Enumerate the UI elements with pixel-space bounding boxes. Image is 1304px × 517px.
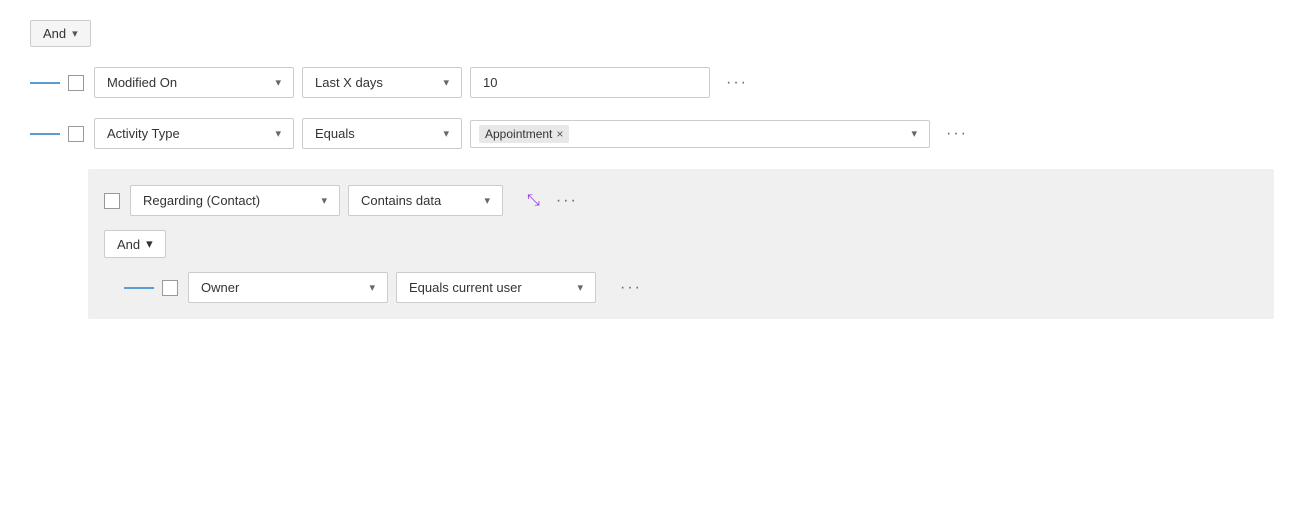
inner-line (124, 287, 154, 289)
inner-operator-label: Equals current user (409, 280, 522, 295)
top-and-chevron: ▾ (72, 27, 78, 40)
top-and-label: And (43, 26, 66, 41)
row1-operator-select[interactable]: Last X days ▾ (302, 67, 462, 98)
row2-field-chevron: ▾ (275, 127, 281, 140)
inner-checkbox[interactable] (162, 280, 178, 296)
row1-operator-chevron: ▾ (443, 76, 449, 89)
row2-checkbox[interactable] (68, 126, 84, 142)
subgroup-field-label: Regarding (Contact) (143, 193, 260, 208)
row1-value-input[interactable] (470, 67, 710, 98)
filter-row-1: Modified On ▾ Last X days ▾ ··· (30, 67, 1274, 98)
sub-and-label: And (117, 237, 140, 252)
row1-checkbox[interactable] (68, 75, 84, 91)
filter-row-2: Activity Type ▾ Equals ▾ Appointment × ▾… (30, 118, 1274, 149)
subgroup-field-chevron: ▾ (321, 194, 327, 207)
sub-and-chevron: ▾ (146, 236, 153, 252)
page-container: And ▾ Modified On ▾ Last X days ▾ ··· Ac… (0, 0, 1304, 349)
row1-operator-label: Last X days (315, 75, 383, 90)
inner-more-button[interactable]: ··· (614, 275, 648, 301)
inner-connector (124, 287, 154, 289)
row1-field-select[interactable]: Modified On ▾ (94, 67, 294, 98)
subgroup-checkbox[interactable] (104, 193, 120, 209)
row2-field-label: Activity Type (107, 126, 180, 141)
row2-connector (30, 133, 60, 135)
inner-operator-select[interactable]: Equals current user ▾ (396, 272, 596, 303)
row2-tag-value: Appointment (485, 127, 552, 141)
subgroup-operator-select[interactable]: Contains data ▾ (348, 185, 503, 216)
row1-field-chevron: ▾ (275, 76, 281, 89)
sub-and-button[interactable]: And ▾ (104, 230, 166, 258)
row2-line (30, 133, 60, 135)
inner-operator-chevron: ▾ (577, 281, 583, 294)
row2-operator-label: Equals (315, 126, 355, 141)
row2-field-select[interactable]: Activity Type ▾ (94, 118, 294, 149)
sub-group-header-row: Regarding (Contact) ▾ Contains data ▾ ⤡ … (104, 185, 1258, 216)
row2-tag-close[interactable]: × (556, 127, 563, 141)
subgroup-operator-chevron: ▾ (484, 194, 490, 207)
row2-tag-inner: Appointment × (479, 125, 907, 143)
subgroup-operator-label: Contains data (361, 193, 441, 208)
row2-more-button[interactable]: ··· (940, 121, 974, 147)
subgroup-more-button[interactable]: ··· (550, 188, 584, 214)
inner-field-chevron: ▾ (369, 281, 375, 294)
row1-line (30, 82, 60, 84)
inner-field-select[interactable]: Owner ▾ (188, 272, 388, 303)
top-and-button[interactable]: And ▾ (30, 20, 91, 47)
sub-group: Regarding (Contact) ▾ Contains data ▾ ⤡ … (88, 169, 1274, 319)
inner-field-label: Owner (201, 280, 239, 295)
row2-operator-select[interactable]: Equals ▾ (302, 118, 462, 149)
row2-tag-item: Appointment × (479, 125, 569, 143)
row2-tag-chevron[interactable]: ▾ (907, 127, 921, 140)
row2-tag-input[interactable]: Appointment × ▾ (470, 120, 930, 148)
row1-field-label: Modified On (107, 75, 177, 90)
row1-connector (30, 82, 60, 84)
row1-more-button[interactable]: ··· (720, 70, 754, 96)
subgroup-collapse-icon[interactable]: ⤡ (527, 192, 540, 210)
inner-row-owner: Owner ▾ Equals current user ▾ ··· (124, 272, 1258, 303)
row2-operator-chevron: ▾ (443, 127, 449, 140)
subgroup-field-select[interactable]: Regarding (Contact) ▾ (130, 185, 340, 216)
